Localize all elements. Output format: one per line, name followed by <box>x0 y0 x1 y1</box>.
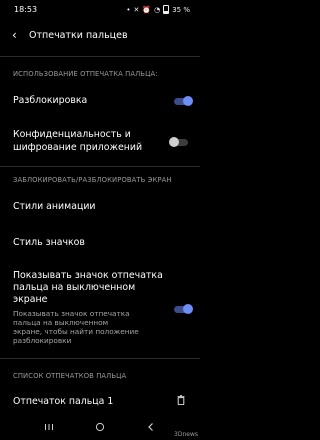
home-icon[interactable] <box>95 422 105 432</box>
unlock-label: Разблокировка <box>13 95 88 106</box>
screen-off-desc-line2: пальца на выключенном <box>13 318 109 327</box>
section-header-usage: ИСПОЛЬЗОВАНИЕ ОТПЕЧАТКА ПАЛЬЦА: <box>13 70 158 78</box>
divider <box>0 166 200 167</box>
arrow-left-icon[interactable]: ‹ <box>12 29 17 41</box>
toggle-knob <box>183 96 193 106</box>
navigation-bar: 3Dnews <box>0 420 200 440</box>
screen-off-label-line3: экране <box>13 294 48 305</box>
watermark-text: 3Dnews <box>174 431 198 438</box>
app-bar: ‹ Отпечатки пальцев <box>0 24 200 48</box>
screen-off-label-line2: пальца на выключенном <box>13 282 136 293</box>
alarm-icon: ⏰ <box>142 5 152 14</box>
back-icon[interactable] <box>146 422 156 432</box>
status-bar: 18:53 • ✕ ⏰ ◔ 35 % <box>0 0 200 20</box>
screen-off-toggle[interactable] <box>174 304 193 314</box>
privacy-toggle[interactable] <box>169 137 188 147</box>
page-title: Отпечатки пальцев <box>29 30 128 41</box>
toggle-knob <box>169 137 179 147</box>
divider <box>0 56 200 57</box>
privacy-label-line1: Конфиденциальность и <box>13 129 131 140</box>
animation-styles-item[interactable]: Стили анимации <box>13 201 96 213</box>
status-time: 18:53 <box>14 5 38 14</box>
unlock-toggle[interactable] <box>174 96 193 106</box>
notification-dot-icon: • <box>126 5 131 14</box>
battery-percent: 35 % <box>172 5 190 14</box>
icon-style-item[interactable]: Стиль значков <box>13 237 85 249</box>
screen-off-desc-line3: экране, чтобы найти положение <box>13 327 139 336</box>
privacy-label-line2: шифрование приложений <box>13 142 143 153</box>
toggle-knob <box>183 304 193 314</box>
screen-off-desc-line4: разблокировки <box>13 336 72 345</box>
screen-off-desc-line1: Показывать значок отпечатка <box>13 309 130 318</box>
section-header-fingerprints: СПИСОК ОТПЕЧАТКОВ ПАЛЬЦА <box>13 372 127 380</box>
section-header-lock: ЗАБЛОКИРОВАТЬ/РАЗБЛОКИРОВАТЬ ЭКРАН <box>13 176 172 184</box>
status-icons: • ✕ ⏰ ◔ 35 % <box>126 5 190 14</box>
mute-icon: ✕ <box>133 5 140 14</box>
divider <box>0 358 200 359</box>
menu-icon[interactable] <box>44 422 54 432</box>
screen-off-label-line1: Показывать значок отпечатка <box>13 270 163 281</box>
wifi-icon: ◔ <box>154 5 161 14</box>
battery-icon <box>163 5 170 14</box>
fingerprint-1-label: Отпечаток пальца 1 <box>13 396 114 407</box>
trash-icon[interactable] <box>177 395 185 405</box>
